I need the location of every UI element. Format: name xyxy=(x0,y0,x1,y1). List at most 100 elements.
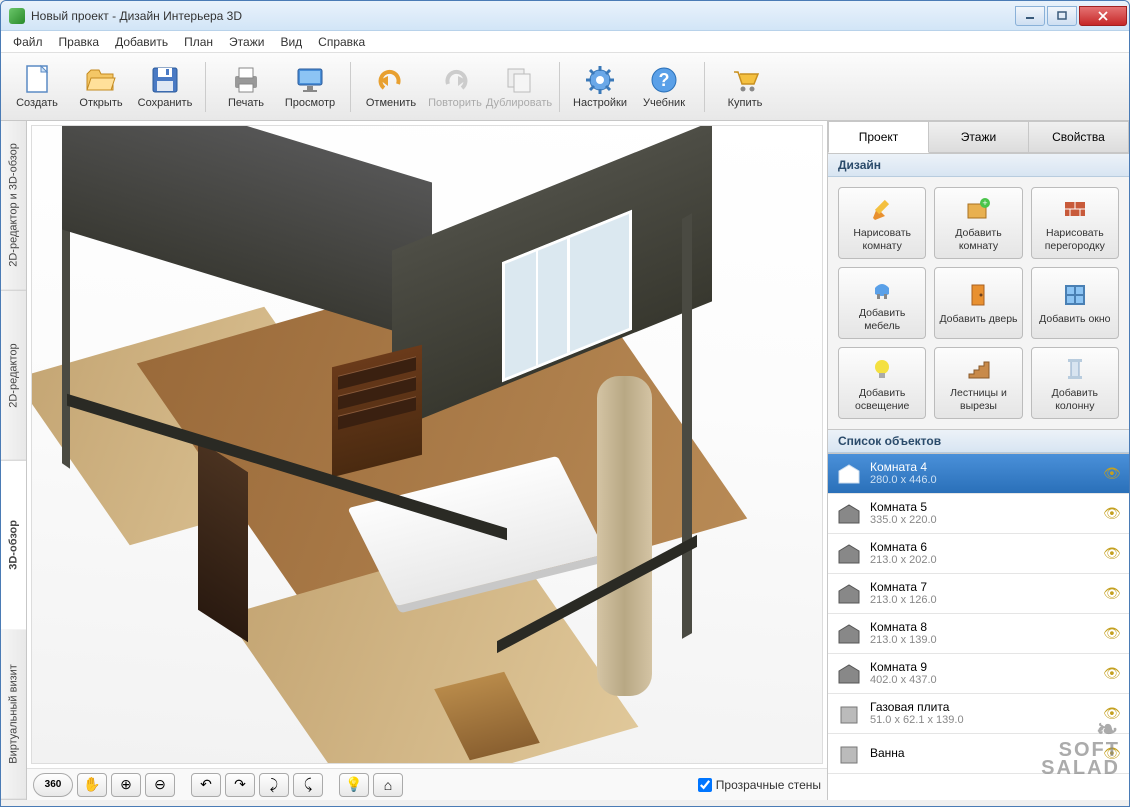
rotate-right-icon: ↷ xyxy=(234,776,246,793)
menu-view[interactable]: Вид xyxy=(272,33,310,51)
pan-button[interactable]: ✋ xyxy=(77,773,107,797)
tab-2d[interactable]: 2D-редактор xyxy=(1,291,26,461)
visibility-icon[interactable]: 👁 xyxy=(1103,545,1121,562)
tab-floors[interactable]: Этажи xyxy=(929,121,1029,153)
undo-button[interactable]: Отменить xyxy=(359,57,423,117)
object-list[interactable]: Комната 4280.0 x 446.0👁Комната 5335.0 x … xyxy=(828,453,1129,800)
add-door-button[interactable]: Добавить дверь xyxy=(934,267,1022,339)
menu-help[interactable]: Справка xyxy=(310,33,373,51)
object-name: Комната 8 xyxy=(870,620,1095,634)
object-text: Комната 7213.0 x 126.0 xyxy=(870,580,1095,608)
menu-file[interactable]: Файл xyxy=(5,33,51,51)
close-button[interactable] xyxy=(1079,6,1127,26)
lighting-button[interactable]: 💡 xyxy=(339,773,369,797)
add-window-button[interactable]: Добавить окно xyxy=(1031,267,1119,339)
redo-button[interactable]: Повторить xyxy=(423,57,487,117)
visibility-icon[interactable]: 👁 xyxy=(1103,745,1121,762)
tab-2d-3d[interactable]: 2D-редактор и 3D-обзор xyxy=(1,121,26,291)
object-text: Комната 4280.0 x 446.0 xyxy=(870,460,1095,488)
transparent-walls-input[interactable] xyxy=(698,778,712,792)
design-section-header: Дизайн xyxy=(828,153,1129,177)
object-name: Комната 7 xyxy=(870,580,1095,594)
object-name: Ванна xyxy=(870,746,1095,760)
tutorial-button[interactable]: ? Учебник xyxy=(632,57,696,117)
orbit-360-button[interactable]: 360 xyxy=(33,773,73,797)
tab-properties[interactable]: Свойства xyxy=(1029,121,1129,153)
file-new-icon xyxy=(21,64,53,96)
object-type-icon xyxy=(836,701,862,727)
column-icon xyxy=(1060,354,1090,384)
brick-icon xyxy=(1060,194,1090,224)
menu-floors[interactable]: Этажи xyxy=(221,33,272,51)
object-name: Комната 6 xyxy=(870,540,1095,554)
object-text: Ванна xyxy=(870,746,1095,760)
settings-button[interactable]: Настройки xyxy=(568,57,632,117)
duplicate-button[interactable]: Дублировать xyxy=(487,57,551,117)
stairs-icon xyxy=(963,354,993,384)
maximize-button[interactable] xyxy=(1047,6,1077,26)
svg-text:?: ? xyxy=(659,70,670,90)
window-title: Новый проект - Дизайн Интерьера 3D xyxy=(31,9,1015,23)
object-row[interactable]: Комната 5335.0 x 220.0👁 xyxy=(828,494,1129,534)
rotate-left-icon: ↶ xyxy=(200,776,212,793)
objects-section-header: Список объектов xyxy=(828,429,1129,453)
visibility-icon[interactable]: 👁 xyxy=(1103,505,1121,522)
create-button[interactable]: Создать xyxy=(5,57,69,117)
bulb-icon: 💡 xyxy=(345,776,362,793)
rotate-left-button[interactable]: ↶ xyxy=(191,773,221,797)
visibility-icon[interactable]: 👁 xyxy=(1103,665,1121,682)
open-button[interactable]: Открыть xyxy=(69,57,133,117)
tab-project[interactable]: Проект xyxy=(828,121,929,153)
visibility-icon[interactable]: 👁 xyxy=(1103,465,1121,482)
tilt-down-button[interactable]: ⤸ xyxy=(259,773,289,797)
titlebar[interactable]: Новый проект - Дизайн Интерьера 3D xyxy=(1,1,1129,31)
tab-3d[interactable]: 3D-обзор xyxy=(1,461,26,631)
menu-add[interactable]: Добавить xyxy=(107,33,176,51)
object-row[interactable]: Комната 8213.0 x 139.0 👁 xyxy=(828,614,1129,654)
tab-virtual[interactable]: Виртуальный визит xyxy=(1,630,26,800)
tilt-up-button[interactable]: ⤹ xyxy=(293,773,323,797)
save-button[interactable]: Сохранить xyxy=(133,57,197,117)
visibility-icon[interactable]: 👁 xyxy=(1103,705,1121,722)
object-dimensions: 213.0 x 139.0 xyxy=(870,634,1095,647)
hand-icon: ✋ xyxy=(83,776,100,793)
draw-wall-button[interactable]: Нарисовать перегородку xyxy=(1031,187,1119,259)
home-view-button[interactable]: ⌂ xyxy=(373,773,403,797)
add-room-button[interactable]: + Добавить комнату xyxy=(934,187,1022,259)
svg-text:+: + xyxy=(983,198,988,208)
print-button[interactable]: Печать xyxy=(214,57,278,117)
object-row[interactable]: Комната 6213.0 x 202.0👁 xyxy=(828,534,1129,574)
zoom-out-button[interactable]: ⊖ xyxy=(145,773,175,797)
add-light-button[interactable]: Добавить освещение xyxy=(838,347,926,419)
menu-edit[interactable]: Правка xyxy=(51,33,108,51)
menubar: Файл Правка Добавить План Этажи Вид Спра… xyxy=(1,31,1129,53)
help-icon: ? xyxy=(648,64,680,96)
app-window: Новый проект - Дизайн Интерьера 3D Файл … xyxy=(0,0,1130,807)
object-name: Комната 4 xyxy=(870,460,1095,474)
object-row[interactable]: Комната 7213.0 x 126.0 👁 xyxy=(828,574,1129,614)
menu-plan[interactable]: План xyxy=(176,33,221,51)
view-button[interactable]: Просмотр xyxy=(278,57,342,117)
main-toolbar: Создать Открыть Сохранить Печать Просмот… xyxy=(1,53,1129,121)
object-row[interactable]: Комната 4280.0 x 446.0 👁 xyxy=(828,454,1129,494)
draw-room-button[interactable]: Нарисовать комнату xyxy=(838,187,926,259)
rotate-right-button[interactable]: ↷ xyxy=(225,773,255,797)
object-row[interactable]: Ванна 👁 xyxy=(828,734,1129,774)
duplicate-icon xyxy=(503,64,535,96)
3d-viewport[interactable] xyxy=(31,125,823,764)
buy-button[interactable]: Купить xyxy=(713,57,777,117)
add-furniture-button[interactable]: Добавить мебель xyxy=(838,267,926,339)
object-row[interactable]: Комната 9402.0 x 437.0👁 xyxy=(828,654,1129,694)
zoom-in-button[interactable]: ⊕ xyxy=(111,773,141,797)
add-column-button[interactable]: Добавить колонну xyxy=(1031,347,1119,419)
visibility-icon[interactable]: 👁 xyxy=(1103,585,1121,602)
visibility-icon[interactable]: 👁 xyxy=(1103,625,1121,642)
object-dimensions: 402.0 x 437.0 xyxy=(870,674,1095,687)
right-panel: Проект Этажи Свойства Дизайн Нарисовать … xyxy=(827,121,1129,800)
minimize-button[interactable] xyxy=(1015,6,1045,26)
transparent-walls-checkbox[interactable]: Прозрачные стены xyxy=(698,778,821,792)
object-row[interactable]: Газовая плита51.0 x 62.1 x 139.0👁 xyxy=(828,694,1129,734)
stairs-button[interactable]: Лестницы и вырезы xyxy=(934,347,1022,419)
print-icon xyxy=(230,64,262,96)
window-controls xyxy=(1015,6,1127,26)
